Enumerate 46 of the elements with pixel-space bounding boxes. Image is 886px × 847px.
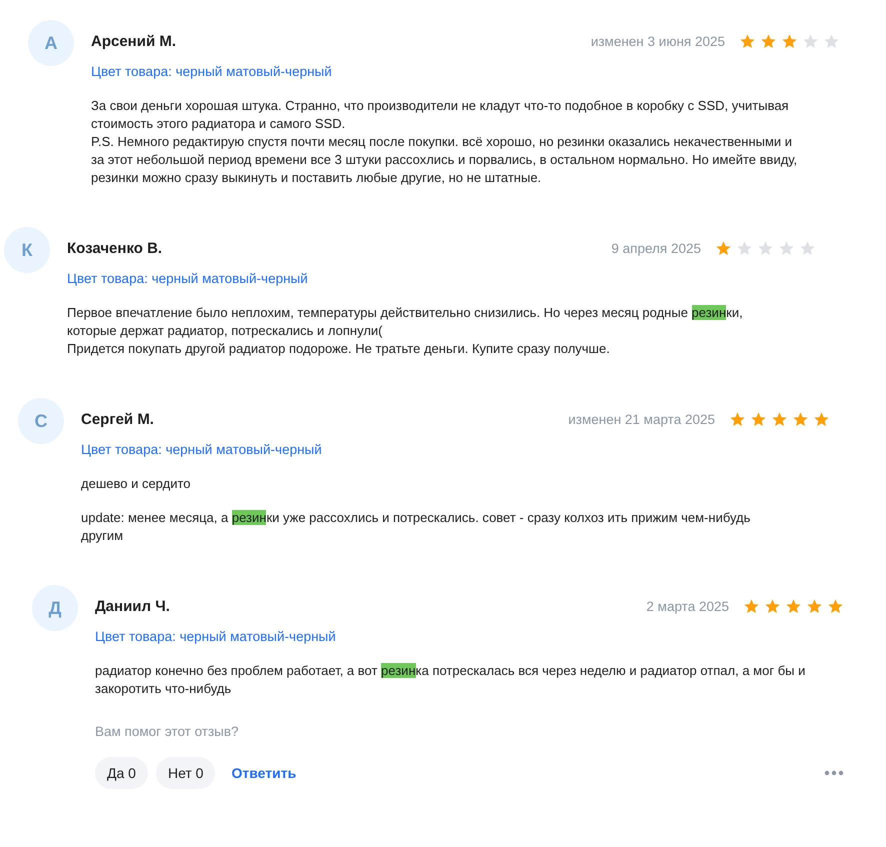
star-icon: [785, 598, 802, 615]
star-icon: [802, 33, 819, 50]
review-text: радиатор конечно без проблем работает, а вот резинка потрескалась вся через неделю и радиатор отпал, а мог бы и закоротить что-нибудь: [95, 662, 806, 698]
review-date: 9 апреля 2025: [611, 241, 701, 256]
star-icon: [771, 411, 788, 428]
star-icon: [750, 411, 767, 428]
star-icon: [764, 598, 781, 615]
author-name: Сергей М.: [81, 411, 155, 428]
star-icon: [739, 33, 756, 50]
yes-button[interactable]: Да 0: [95, 757, 148, 789]
avatar: А: [28, 20, 74, 66]
avatar: К: [4, 227, 50, 273]
product-variant: Цвет товара: черный матовый-черный: [95, 629, 336, 644]
author-name: Арсений М.: [91, 33, 178, 50]
star-icon: [781, 33, 798, 50]
star-icon: [743, 598, 760, 615]
star-icon: [792, 411, 809, 428]
no-button[interactable]: Нет 0: [156, 757, 216, 789]
review-date: 2 марта 2025: [646, 599, 729, 614]
star-icon: [799, 240, 816, 257]
reply-link[interactable]: Ответить: [231, 765, 296, 781]
star-icon: [760, 33, 777, 50]
review-date: изменен 21 марта 2025: [568, 412, 715, 427]
review-text: За свои деньги хорошая штука. Странно, что производители не кладут что-то подобное в коробку с SSD, учитывая стоимость этого радиатора и самого SSD. P.S. Немного редактирую спустя почти месяц после покупки. всё хорошо, но резинки оказались некачественными и за этот небольшой период времени все 3 штуки рассохлись и порвались, в остальном нормально. Но имейте ввиду, резинки можно сразу выкинуть и поставить любые другие, но не штатные.: [91, 97, 798, 187]
star-icon: [778, 240, 795, 257]
author-name: Козаченко В.: [67, 240, 164, 257]
author-name: Даниил Ч.: [95, 598, 171, 615]
star-icon: [715, 240, 732, 257]
star-icon: [827, 598, 844, 615]
more-icon[interactable]: [824, 770, 844, 776]
review-text: Первое впечатление было неплохим, температуры действительно снизились. Но через месяц родные резинки, которые держат радиатор, потрескались и лопнули( Придется покупать другой радиатор подороже. Не тратьте деньги. Купите сразу получше.: [67, 304, 744, 358]
helpful-question: Вам помог этот отзыв?: [95, 724, 240, 739]
product-variant: Цвет товара: черный матовый-черный: [67, 271, 308, 286]
star-icon: [813, 411, 830, 428]
star-icon: [736, 240, 753, 257]
star-icon: [757, 240, 774, 257]
star-icon: [729, 411, 746, 428]
product-variant: Цвет товара: черный матовый-черный: [91, 64, 332, 79]
star-icon: [806, 598, 823, 615]
avatar: С: [18, 398, 64, 444]
review-text: update: менее месяца, а резинки уже рассохлись и потрескались. совет - сразу колхоз ить прижим чем-нибудь другим: [81, 509, 752, 545]
review-date: изменен 3 июня 2025: [590, 34, 725, 49]
review-text: дешево и сердито: [81, 475, 192, 493]
star-icon: [823, 33, 840, 50]
avatar: Д: [32, 585, 78, 631]
product-variant: Цвет товара: черный матовый-черный: [81, 442, 322, 457]
